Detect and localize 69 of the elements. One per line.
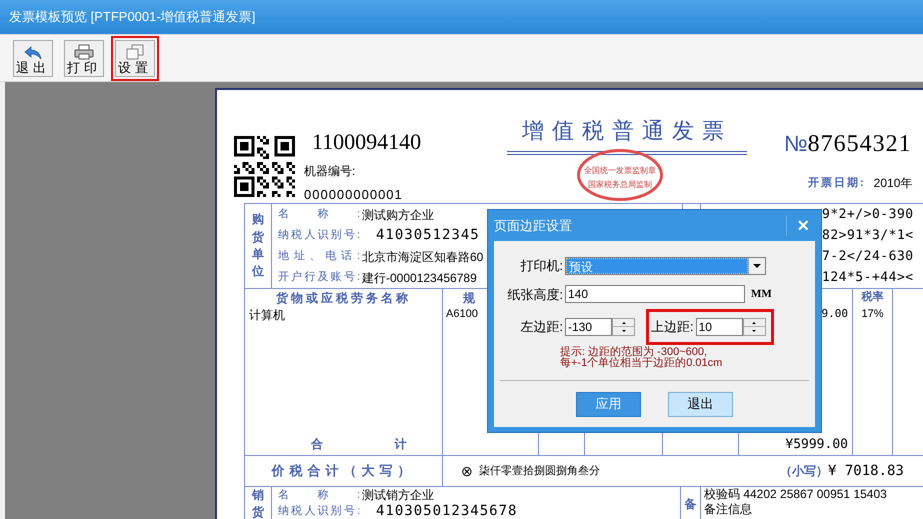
spinner-control[interactable] <box>612 318 635 336</box>
unit-label: MM <box>751 287 772 302</box>
invoice-code: 1100094140 <box>311 130 422 154</box>
field-label: 开户行及账号: <box>278 270 360 286</box>
machine-label: 机器编号: <box>304 163 356 180</box>
cipher-text: 124*5-+44>< <box>822 269 914 287</box>
field-value: 410305012345678 <box>376 502 518 519</box>
item-tax-rate: 17% <box>860 307 885 322</box>
total-amount: ¥5999.00 <box>785 436 848 454</box>
margin-label: 上边距: <box>650 318 695 336</box>
toolbar-button[interactable]: 设置 <box>115 40 155 76</box>
number-sign: № <box>784 130 808 158</box>
cross-circle-symbol: ⊗ <box>461 462 473 480</box>
invoice-number: 87654321 <box>808 130 912 159</box>
field-value: 测试销方企业 <box>362 487 434 504</box>
remark-text: 备注信息 <box>704 502 753 517</box>
total-label: 合 <box>310 436 323 453</box>
small-amount: ¥ 7018.83 <box>828 462 904 480</box>
small-amount-label: （小写） <box>780 463 828 480</box>
stamp-text: 全国统一发票监制章 <box>584 165 656 177</box>
input-field[interactable]: 10 <box>696 318 743 336</box>
window-title: 发票模板预览 [PTFP0001-增值税普通发票] <box>9 8 256 26</box>
field-label: 纳税人识别号: <box>278 228 360 244</box>
field-value: 41030512345 <box>376 226 480 245</box>
machine-number: 000000000001 <box>304 186 404 204</box>
column-header: 规 <box>463 290 475 306</box>
field-value: 建行-0000123456789 <box>362 270 477 286</box>
column-header: 税率 <box>860 290 884 305</box>
field-label: 地址、电话: <box>278 249 360 264</box>
hint-text: 每+-1个单位相当于边距的0.01cm <box>560 358 724 368</box>
toolbar-button[interactable]: 打印 <box>64 40 104 76</box>
item-name: 计算机 <box>248 307 286 324</box>
item-spec: A6100 <box>445 307 479 322</box>
input-field[interactable]: -130 <box>565 318 612 336</box>
remark-text: 校验码 44202 25867 00951 15403 <box>704 487 887 502</box>
printer-icon <box>74 44 94 60</box>
field-label: 纳税人识别号: <box>278 504 360 519</box>
amount-in-words: 柒仟零壹拾捌圆捌角叁分 <box>479 464 600 479</box>
spinner-control[interactable] <box>742 318 766 336</box>
paper-height-label: 纸张高度: <box>506 286 564 304</box>
invoice-title: 增值税普通发票 <box>522 117 732 145</box>
dialog-title: 页面边距设置 <box>494 216 572 235</box>
cipher-text: 9*2+/>0-390 <box>822 206 914 224</box>
margin-label: 左边距: <box>519 318 564 336</box>
printer-label: 打印机: <box>519 257 564 275</box>
stacked-pages-icon <box>126 44 144 60</box>
cipher-text: 7-2</24-630 <box>822 248 914 266</box>
field-label: 名称: <box>278 488 360 503</box>
total-label: 计 <box>394 436 406 453</box>
date-label: 开票日期: <box>808 176 866 191</box>
stamp-text: 国家税务总局监制 <box>588 179 652 191</box>
toolbar-button[interactable]: 退出 <box>13 40 53 76</box>
input-field[interactable]: 140 <box>565 285 745 304</box>
field-value: 北京市海淀区知春路60 <box>362 248 484 266</box>
field-label: 名称: <box>278 207 360 222</box>
cipher-text: 82>91*3/*1< <box>822 227 914 245</box>
qr-code-drawing <box>234 136 295 197</box>
seller-side-label: 销货 <box>252 486 264 519</box>
dialog-button[interactable]: 退出 <box>668 392 733 416</box>
date-value: 2010年 <box>874 175 912 192</box>
hint-text: 提示: 边距的范围为 -300~600, <box>560 346 708 358</box>
column-header: 货物或应税劳务名称 <box>275 290 412 306</box>
back-arrow-icon <box>24 46 42 60</box>
buyer-side-label: 购货单位 <box>252 211 264 280</box>
remark-side-label: 备 <box>684 496 696 513</box>
dropdown-value: 预设 <box>566 258 748 274</box>
item-amount: 9.00 <box>822 306 848 322</box>
field-value: 测试购方企业 <box>362 206 434 224</box>
tax-total-label: 价税合计（大写） <box>272 462 416 480</box>
